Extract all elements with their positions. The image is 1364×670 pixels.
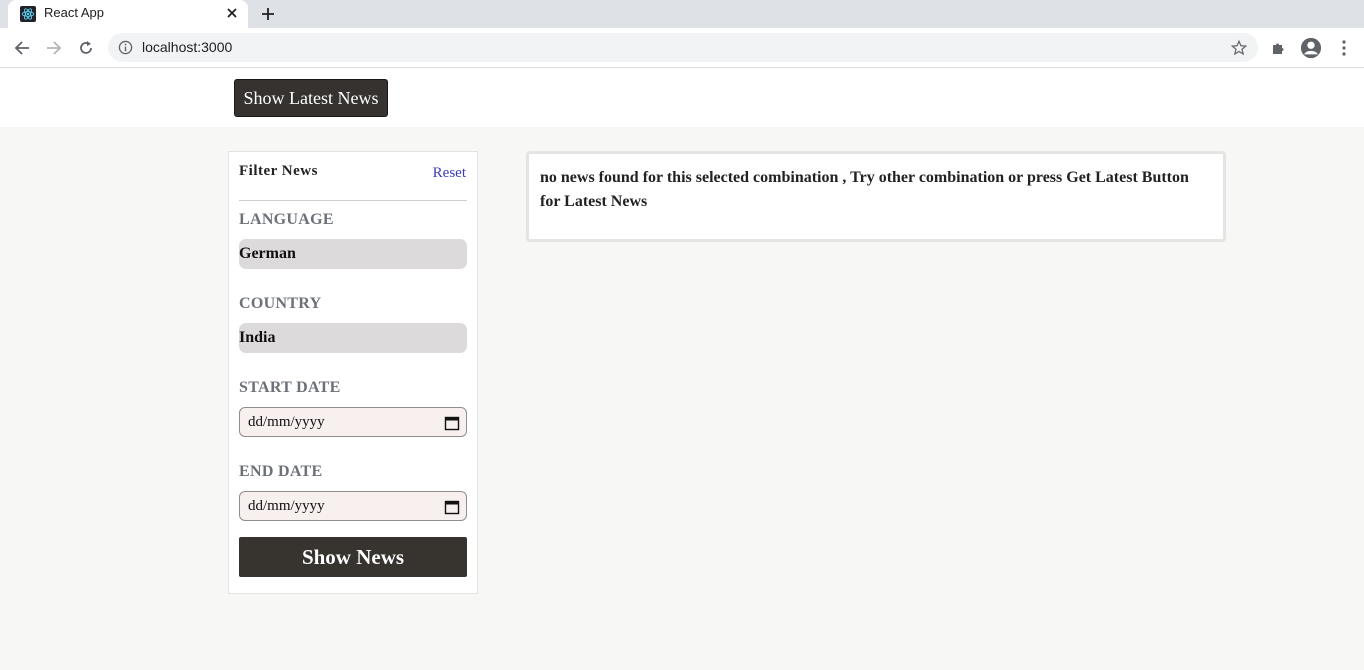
news-panel: no news found for this selected combinat… [526, 151, 1226, 242]
tab-title: React App [44, 5, 104, 20]
info-icon[interactable] [118, 40, 133, 55]
country-select[interactable]: India [239, 323, 467, 353]
account-icon[interactable] [1299, 36, 1323, 60]
plus-icon[interactable] [256, 3, 280, 25]
back-arrow-icon[interactable] [10, 36, 34, 60]
reset-link[interactable]: Reset [433, 165, 466, 182]
reload-icon[interactable] [74, 36, 98, 60]
no-news-message: no news found for this selected combinat… [540, 169, 1189, 210]
url-text: localhost:3000 [142, 39, 233, 55]
browser-tab[interactable]: React App [8, 0, 248, 28]
filter-title: Filter News [239, 163, 318, 179]
show-news-button[interactable]: Show News [239, 537, 467, 577]
address-bar[interactable]: localhost:3000 [108, 33, 1258, 62]
close-icon[interactable] [224, 5, 240, 21]
start-date-placeholder: dd/mm/yyyy [248, 413, 325, 430]
filter-panel: Filter News Reset LANGUAGE German COUNTR… [228, 151, 478, 594]
browser-tabstrip: React App [0, 0, 1364, 28]
end-date-placeholder: dd/mm/yyyy [248, 497, 325, 514]
language-label: LANGUAGE [239, 211, 334, 228]
language-select[interactable]: German [239, 239, 467, 269]
end-date-label: END DATE [239, 463, 323, 480]
star-icon[interactable] [1230, 39, 1248, 57]
show-latest-news-button[interactable]: Show Latest News [234, 79, 388, 117]
divider [239, 200, 467, 201]
country-label: COUNTRY [239, 295, 322, 312]
puzzle-icon[interactable] [1267, 36, 1291, 60]
react-favicon-icon [20, 6, 36, 22]
browser-toolbar: localhost:3000 [0, 28, 1364, 68]
end-date-input[interactable]: dd/mm/yyyy [239, 491, 467, 521]
calendar-icon[interactable] [444, 499, 460, 515]
start-date-label: START DATE [239, 379, 341, 396]
more-vert-icon[interactable] [1332, 36, 1356, 60]
calendar-icon[interactable] [444, 415, 460, 431]
start-date-input[interactable]: dd/mm/yyyy [239, 407, 467, 437]
page-header: Show Latest News [0, 68, 1364, 127]
forward-arrow-icon[interactable] [42, 36, 66, 60]
